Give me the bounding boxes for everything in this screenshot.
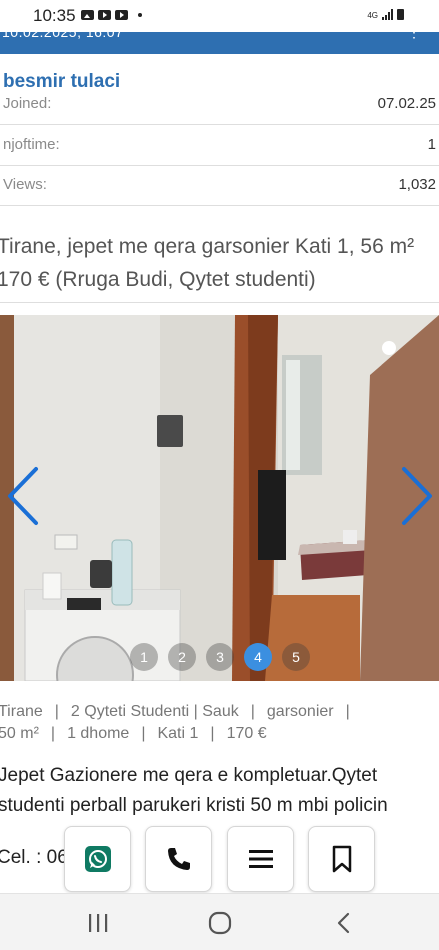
menu-button[interactable]	[227, 826, 294, 892]
system-navigation-bar	[0, 893, 439, 950]
system-icons: 4G	[367, 9, 404, 20]
listing-title: Tirane, jepet me qera garsonier Kati 1, …	[0, 230, 439, 296]
network-type: 4G	[367, 11, 378, 20]
seller-name[interactable]: besmir tulaci	[3, 71, 120, 93]
whatsapp-icon	[84, 846, 111, 872]
divider	[0, 302, 439, 303]
description-line: Jepet Gazionere me qera e kompletuar.Qyt…	[0, 765, 378, 786]
listing-description: Jepet Gazionere me qera e kompletuar.Qyt…	[0, 761, 439, 821]
photo-gallery[interactable]	[0, 315, 439, 681]
signal-icon	[382, 9, 393, 20]
listing-tags: Tirane | 2 Qyteti Studenti | Sauk | garsonie…	[0, 701, 439, 745]
more-vertical-icon[interactable]: ⋮	[407, 32, 421, 41]
whatsapp-button[interactable]	[64, 826, 131, 892]
tag-area: 2 Qyteti Studenti | Sauk	[70, 703, 239, 720]
listing-photo	[0, 315, 439, 681]
status-bar: 10:35 4G	[0, 0, 439, 32]
listings-label: njoftime:	[3, 136, 60, 153]
bookmark-icon	[332, 845, 351, 873]
back-icon[interactable]	[329, 910, 359, 936]
call-button[interactable]	[145, 826, 212, 892]
youtube-notification-icon	[115, 10, 128, 20]
more-notifications-icon	[138, 13, 142, 17]
gallery-page-dot[interactable]: 4	[244, 643, 272, 671]
views-label: Views:	[3, 176, 47, 193]
listing-title-line: 170 € (Rruga Budi, Qytet studenti)	[0, 268, 316, 291]
gallery-notification-icon	[81, 10, 94, 20]
bookmark-button[interactable]	[308, 826, 375, 892]
tag-size: 50 m²	[0, 725, 39, 742]
divider	[0, 205, 439, 206]
gallery-page-dot[interactable]: 5	[282, 643, 310, 671]
listing-title-line: Tirane, jepet me qera garsonier Kati 1, …	[0, 235, 415, 258]
header-date: 10.02.2025, 16:07	[2, 32, 124, 40]
gallery-pagination: 12345	[130, 643, 310, 671]
tag-floor: Kati 1	[157, 725, 199, 742]
gallery-page-dot[interactable]: 1	[130, 643, 158, 671]
listings-value: 1	[427, 136, 436, 153]
status-time: 10:35	[33, 6, 76, 25]
notification-icons	[81, 10, 142, 20]
tag-city: Tirane	[0, 703, 43, 720]
joined-value: 07.02.25	[377, 95, 436, 112]
recents-icon[interactable]	[83, 910, 113, 936]
home-icon[interactable]	[205, 910, 235, 936]
battery-icon	[397, 9, 404, 20]
app-header: 10.02.2025, 16:07 ⋮	[0, 32, 439, 54]
chevron-right-icon[interactable]	[398, 465, 438, 527]
joined-label: Joined:	[3, 95, 52, 112]
gallery-page-dot[interactable]: 2	[168, 643, 196, 671]
phone-icon	[167, 848, 190, 870]
tags-line: 50 m² | 1 dhome | Kati 1 | 170 €	[0, 725, 267, 742]
tag-type: garsonier	[266, 703, 334, 720]
youtube-notification-icon	[98, 10, 111, 20]
gallery-page-dot[interactable]: 3	[206, 643, 234, 671]
description-line: studenti perball parukeri kristi 50 m mb…	[0, 795, 388, 816]
chevron-left-icon[interactable]	[2, 465, 42, 527]
menu-icon	[248, 850, 273, 868]
tags-line: Tirane | 2 Qyteti Studenti | Sauk | garsonie…	[0, 703, 350, 720]
tag-rooms: 1 dhome	[67, 725, 130, 742]
divider	[0, 124, 439, 125]
views-value: 1,032	[398, 176, 436, 193]
divider	[0, 165, 439, 166]
tag-price: 170 €	[226, 725, 267, 742]
